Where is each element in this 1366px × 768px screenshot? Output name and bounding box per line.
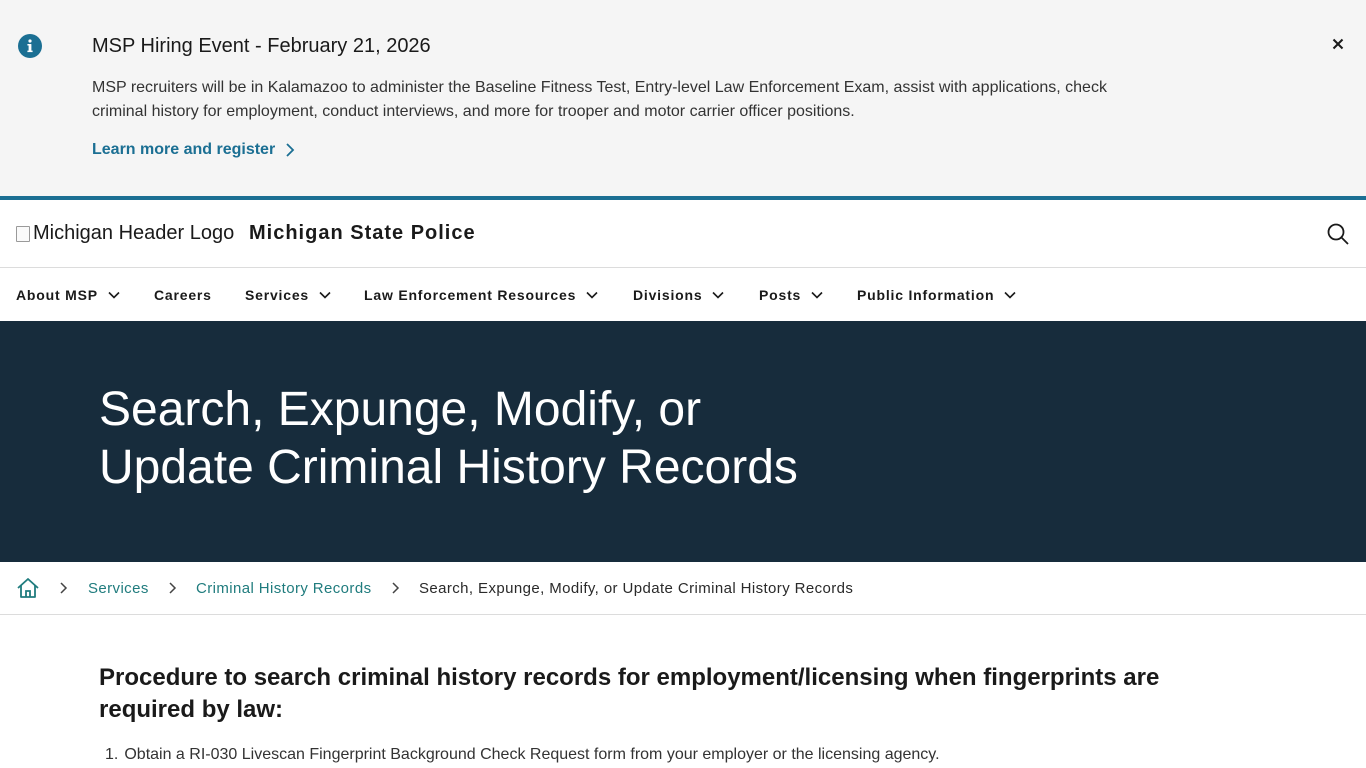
breadcrumb-criminal-history-records[interactable]: Criminal History Records <box>196 580 371 597</box>
nav-item-label: Services <box>245 287 310 303</box>
nav-item-label: Divisions <box>633 287 703 303</box>
procedure-heading: Procedure to search criminal history rec… <box>99 664 1160 723</box>
chevron-down-icon <box>319 291 331 299</box>
info-icon <box>18 34 42 58</box>
breadcrumb-services[interactable]: Services <box>88 580 149 597</box>
page-title-line-1: Search, Expunge, Modify, or <box>99 383 702 436</box>
breadcrumb: Services Criminal History Records Search… <box>0 562 1366 615</box>
step-text: Obtain a RI-030 Livescan Fingerprint Bac… <box>124 746 940 763</box>
learn-more-label: Learn more and register <box>92 141 276 158</box>
step-number: 1. <box>105 746 119 763</box>
breadcrumb-current: Search, Expunge, Modify, or Update Crimi… <box>419 580 854 597</box>
chevron-down-icon <box>108 291 120 299</box>
nav-item-careers[interactable]: Careers <box>154 287 212 303</box>
broken-image-icon <box>16 225 30 242</box>
alert-body: MSP recruiters will be in Kalamazoo to a… <box>92 79 1107 120</box>
main-nav: About MSP Careers Services Law Enforceme… <box>0 269 1366 321</box>
alert-title: MSP Hiring Event - February 21, 2026 <box>92 35 431 57</box>
nav-item-services[interactable]: Services <box>245 287 331 303</box>
nav-item-law-enforcement-resources[interactable]: Law Enforcement Resources <box>364 287 598 303</box>
nav-item-about-msp[interactable]: About MSP <box>16 287 120 303</box>
close-icon[interactable] <box>1328 34 1348 54</box>
chevron-right-icon <box>60 582 68 594</box>
chevron-down-icon <box>811 291 823 299</box>
chevron-right-icon <box>392 582 400 594</box>
chevron-down-icon <box>712 291 725 299</box>
chevron-down-icon <box>1004 291 1016 299</box>
nav-item-label: About MSP <box>16 287 98 303</box>
learn-more-link[interactable]: Learn more and register <box>92 141 295 159</box>
page-title-line-2: Update Criminal History Records <box>99 441 798 494</box>
home-icon[interactable] <box>16 577 40 599</box>
chevron-right-icon <box>286 143 295 157</box>
alert-banner: MSP Hiring Event - February 21, 2026 MSP… <box>0 0 1366 196</box>
nav-item-public-information[interactable]: Public Information <box>857 287 1016 303</box>
page-title: Search, Expunge, Modify, or Update Crimi… <box>99 381 859 497</box>
nav-item-divisions[interactable]: Divisions <box>633 287 725 303</box>
nav-item-label: Law Enforcement Resources <box>364 287 577 303</box>
nav-item-label: Careers <box>154 287 212 303</box>
page-hero: Search, Expunge, Modify, or Update Crimi… <box>0 321 1366 562</box>
procedure-steps: 1. Obtain a RI-030 Livescan Fingerprint … <box>105 744 940 766</box>
chevron-down-icon <box>586 291 598 299</box>
site-header: Michigan Header Logo Michigan State Poli… <box>0 200 1366 268</box>
nav-item-label: Posts <box>759 287 802 303</box>
nav-item-label: Public Information <box>857 287 995 303</box>
nav-item-posts[interactable]: Posts <box>759 287 823 303</box>
chevron-right-icon <box>169 582 177 594</box>
site-logo[interactable]: Michigan Header Logo <box>16 222 234 245</box>
list-item: 1. Obtain a RI-030 Livescan Fingerprint … <box>105 744 940 766</box>
logo-alt-text: Michigan Header Logo <box>33 222 235 244</box>
search-icon[interactable] <box>1326 222 1350 246</box>
site-title[interactable]: Michigan State Police <box>249 222 476 245</box>
